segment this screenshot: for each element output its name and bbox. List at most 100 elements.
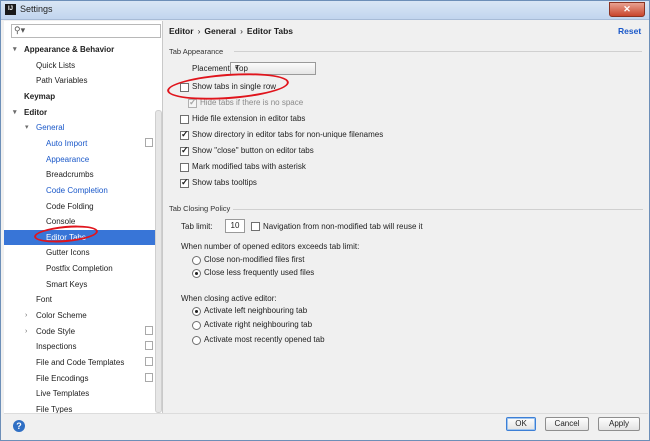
cancel-button[interactable]: Cancel [545,417,589,431]
chevron-down-icon[interactable]: ▾ [13,105,17,120]
tree-item-label: Live Templates [36,389,90,399]
closing-option-radio[interactable] [192,321,201,330]
tree-scrollbar[interactable] [155,110,162,413]
tree-item[interactable]: Font [4,292,162,307]
closing-option-label: Activate left neighbouring tab [204,306,308,315]
chevron-right-icon[interactable]: › [25,308,27,323]
tree-item[interactable]: Live Templates [4,386,162,401]
tree-item[interactable]: ▾ Editor [4,105,162,120]
closing-option-radio[interactable] [192,307,201,316]
tree-item-label: Editor Tabs [46,232,86,242]
exceeds-option-radio[interactable] [192,269,201,278]
search-icon: ⚲▾ [14,25,26,35]
tab-option-label: Show directory in editor tabs for non-un… [192,130,384,139]
tree-item-label: Color Scheme [36,311,87,321]
chevron-down-icon[interactable]: ▾ [13,42,17,57]
apply-button[interactable]: Apply [598,417,640,431]
tree-item[interactable]: › Color Scheme [4,308,162,323]
closing-option-label: Activate most recently opened tab [204,335,325,344]
tab-option-checkbox[interactable] [180,129,189,140]
close-icon[interactable]: ✕ [609,2,645,17]
tab-limit-input[interactable]: 10 [225,219,245,233]
tree-item[interactable]: Editor Tabs [4,229,162,245]
tree-item-label: Console [46,217,76,227]
tab-option-checkbox[interactable] [180,83,189,92]
tab-option-checkbox[interactable] [180,163,189,172]
tree-item[interactable]: Code Folding [4,199,162,214]
breadcrumb: Editor › General › Editor Tabs [169,26,293,36]
tab-closing-heading: Tab Closing Policy [169,204,231,213]
chevron-right-icon[interactable]: › [25,324,27,339]
tree-item[interactable]: Appearance [4,152,162,167]
tree-item-label: Appearance & Behavior [24,45,115,54]
tab-option-checkbox[interactable] [188,97,197,108]
section-divider [233,209,643,210]
search-field[interactable]: ⚲▾ [11,24,161,38]
tree-item-label: Font [36,295,53,305]
tree-item-label: File Encodings [36,373,89,383]
navigation-reuse-checkbox[interactable] [251,222,260,231]
exceeds-option-label: Close non-modified files first [204,255,305,264]
exceeds-option-label: Close less frequently used files [204,268,315,277]
tree-item[interactable]: ▾ General [4,120,162,135]
closing-option-radio[interactable] [192,336,201,345]
tab-option-label: Hide file extension in editor tabs [192,114,306,123]
tree-item-label: Code Style [36,326,76,336]
tree-item[interactable]: Quick Lists [4,58,162,73]
tree-item[interactable]: Code Completion [4,183,162,198]
tree-item[interactable]: File Encodings [4,371,162,386]
placement-dropdown[interactable]: Top ▾ [230,62,316,75]
reset-link[interactable]: Reset [618,26,641,36]
tab-appearance-heading: Tab Appearance [169,47,224,56]
tree-item[interactable]: File Types [4,402,162,413]
project-copy-icon [145,325,153,335]
editor-tabs-panel: Editor › General › Editor Tabs Reset Tab App… [164,21,648,413]
tree-item-label: Code Completion [46,185,108,195]
tree-item-label: Editor [24,107,48,117]
tree-item[interactable]: Keymap [4,89,162,104]
help-icon[interactable]: ? [13,420,25,432]
settings-tree: ⚲▾ ▾ Appearance & Behavior Quick Lists Path… [4,21,163,413]
search-input[interactable] [26,26,156,37]
tree-item[interactable]: Console [4,214,162,229]
tab-option-label: Mark modified tabs with asterisk [192,162,306,171]
tree-item[interactable]: File and Code Templates [4,355,162,370]
tree-item-label: Postfix Completion [46,264,113,274]
intellij-icon: IJ [5,4,16,15]
settings-window: IJ Settings ✕ ⚲▾ ▾ Appearance & Behavior Q… [0,0,650,441]
tab-option-label: Hide tabs if there is no space [200,98,304,107]
tree-item[interactable]: Postfix Completion [4,261,162,276]
tree-item[interactable]: Smart Keys [4,277,162,292]
window-title: Settings [20,4,53,14]
exceeds-option-radio[interactable] [192,256,201,265]
tree-item-label: Inspections [36,342,77,352]
section-divider [234,51,642,52]
project-copy-icon [145,372,153,382]
tree-item[interactable]: Inspections [4,339,162,354]
tree-item-label: Appearance [46,154,90,164]
tab-option-checkbox[interactable] [180,177,189,188]
project-copy-icon [145,137,153,147]
tree-item[interactable]: ▾ Appearance & Behavior [4,42,162,57]
dialog-footer: ? OK Cancel Apply [4,413,648,440]
tree-item[interactable]: › Code Style [4,324,162,339]
tab-option-checkbox[interactable] [180,145,189,156]
title-bar: IJ Settings ✕ [1,1,649,20]
tree-item-label: Quick Lists [36,60,76,70]
chevron-down-icon[interactable]: ▾ [25,120,29,135]
tree-item[interactable]: Path Variables [4,73,162,88]
tree-item[interactable]: Auto Import [4,136,162,151]
breadcrumb-item: General [204,26,237,36]
tree-item[interactable]: Breadcrumbs [4,167,162,182]
tree-item-label: Path Variables [36,76,88,86]
tree-item[interactable]: Gutter Icons [4,245,162,260]
tree-item-label: Auto Import [46,138,88,148]
tree-item-label: File Types [36,404,73,413]
tree-item-label: Breadcrumbs [46,170,94,180]
tab-option-label: Show tabs tooltips [192,178,257,187]
placement-label: Placement: [192,64,233,73]
tab-option-checkbox[interactable] [180,115,189,124]
tree-item-label: File and Code Templates [36,358,125,367]
tab-limit-label: Tab limit: [181,222,213,231]
ok-button[interactable]: OK [506,417,536,431]
